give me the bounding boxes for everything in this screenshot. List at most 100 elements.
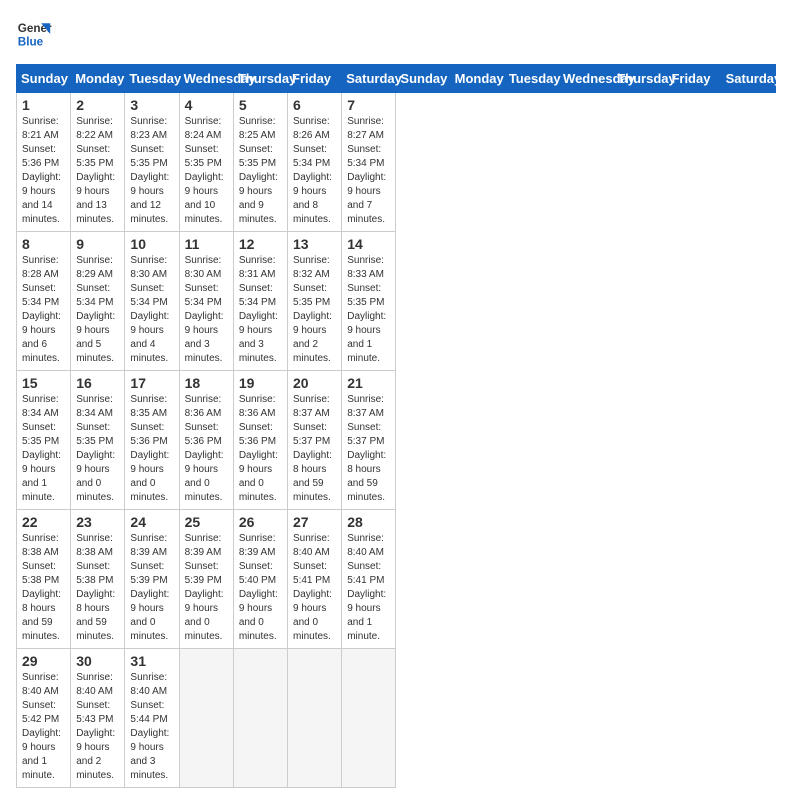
calendar-cell: 11 Sunrise: 8:30 AM Sunset: 5:34 PM Dayli… (179, 232, 233, 371)
page-header: General Blue (16, 16, 776, 52)
calendar-cell: 5 Sunrise: 8:25 AM Sunset: 5:35 PM Daylig… (233, 93, 287, 232)
calendar-cell: 22 Sunrise: 8:38 AM Sunset: 5:38 PM Dayli… (17, 510, 71, 649)
calendar-week-4: 22 Sunrise: 8:38 AM Sunset: 5:38 PM Dayli… (17, 510, 776, 649)
calendar-week-3: 15 Sunrise: 8:34 AM Sunset: 5:35 PM Dayli… (17, 371, 776, 510)
day-number: 25 (185, 514, 228, 530)
day-info: Sunrise: 8:39 AM Sunset: 5:40 PM Dayligh… (239, 532, 282, 644)
day-info: Sunrise: 8:40 AM Sunset: 5:44 PM Dayligh… (130, 671, 173, 783)
day-info: Sunrise: 8:39 AM Sunset: 5:39 PM Dayligh… (130, 532, 173, 644)
day-info: Sunrise: 8:29 AM Sunset: 5:34 PM Dayligh… (76, 254, 119, 366)
calendar-cell: 9Sunrise: 8:29 AM Sunset: 5:34 PM Daylig… (71, 232, 125, 371)
day-info: Sunrise: 8:22 AM Sunset: 5:35 PM Dayligh… (76, 115, 119, 227)
calendar-cell: 14 Sunrise: 8:33 AM Sunset: 5:35 PM Dayli… (342, 232, 396, 371)
col-header-wednesday: Wednesday (559, 65, 613, 93)
day-number: 1 (22, 97, 65, 113)
day-number: 3 (130, 97, 173, 113)
calendar-cell: 2 Sunrise: 8:22 AM Sunset: 5:35 PM Daylig… (71, 93, 125, 232)
day-info: Sunrise: 8:37 AM Sunset: 5:37 PM Dayligh… (293, 393, 336, 505)
day-info: Sunrise: 8:37 AM Sunset: 5:37 PM Dayligh… (347, 393, 390, 505)
day-number: 21 (347, 375, 390, 391)
calendar-cell: 17 Sunrise: 8:35 AM Sunset: 5:36 PM Dayli… (125, 371, 179, 510)
calendar-cell: 26 Sunrise: 8:39 AM Sunset: 5:40 PM Dayli… (233, 510, 287, 649)
svg-text:Blue: Blue (18, 36, 44, 49)
day-info: Sunrise: 8:25 AM Sunset: 5:35 PM Dayligh… (239, 115, 282, 227)
day-number: 15 (22, 375, 65, 391)
day-number: 20 (293, 375, 336, 391)
day-number: 11 (185, 236, 228, 252)
col-header-sunday: Sunday (396, 65, 450, 93)
calendar-cell: 18 Sunrise: 8:36 AM Sunset: 5:36 PM Dayli… (179, 371, 233, 510)
day-info: Sunrise: 8:40 AM Sunset: 5:42 PM Dayligh… (22, 671, 65, 783)
day-number: 26 (239, 514, 282, 530)
calendar-cell: 25 Sunrise: 8:39 AM Sunset: 5:39 PM Dayli… (179, 510, 233, 649)
day-info: Sunrise: 8:32 AM Sunset: 5:35 PM Dayligh… (293, 254, 336, 366)
day-info: Sunrise: 8:30 AM Sunset: 5:34 PM Dayligh… (185, 254, 228, 366)
day-info: Sunrise: 8:26 AM Sunset: 5:34 PM Dayligh… (293, 115, 336, 227)
day-info: Sunrise: 8:34 AM Sunset: 5:35 PM Dayligh… (76, 393, 119, 505)
day-info: Sunrise: 8:24 AM Sunset: 5:35 PM Dayligh… (185, 115, 228, 227)
day-info: Sunrise: 8:40 AM Sunset: 5:41 PM Dayligh… (293, 532, 336, 644)
calendar-cell: 24Sunrise: 8:39 AM Sunset: 5:39 PM Dayli… (125, 510, 179, 649)
day-number: 6 (293, 97, 336, 113)
day-number: 2 (76, 97, 119, 113)
day-info: Sunrise: 8:31 AM Sunset: 5:34 PM Dayligh… (239, 254, 282, 366)
calendar-week-5: 29 Sunrise: 8:40 AM Sunset: 5:42 PM Dayli… (17, 649, 776, 788)
day-number: 18 (185, 375, 228, 391)
calendar-cell: 28Sunrise: 8:40 AM Sunset: 5:41 PM Dayli… (342, 510, 396, 649)
day-info: Sunrise: 8:38 AM Sunset: 5:38 PM Dayligh… (22, 532, 65, 644)
calendar-cell (179, 649, 233, 788)
col-header-saturday: Saturday (721, 65, 775, 93)
header-saturday: Saturday (342, 65, 396, 93)
day-number: 30 (76, 653, 119, 669)
calendar-cell: 10Sunrise: 8:30 AM Sunset: 5:34 PM Dayli… (125, 232, 179, 371)
day-info: Sunrise: 8:33 AM Sunset: 5:35 PM Dayligh… (347, 254, 390, 366)
calendar-cell (342, 649, 396, 788)
calendar-cell (233, 649, 287, 788)
day-info: Sunrise: 8:27 AM Sunset: 5:34 PM Dayligh… (347, 115, 390, 227)
calendar-cell: 16 Sunrise: 8:34 AM Sunset: 5:35 PM Dayli… (71, 371, 125, 510)
day-number: 13 (293, 236, 336, 252)
logo: General Blue (16, 16, 52, 52)
header-thursday: Thursday (233, 65, 287, 93)
col-header-monday: Monday (450, 65, 504, 93)
day-number: 12 (239, 236, 282, 252)
col-header-thursday: Thursday (613, 65, 667, 93)
calendar-cell: 29 Sunrise: 8:40 AM Sunset: 5:42 PM Dayli… (17, 649, 71, 788)
day-number: 22 (22, 514, 65, 530)
header-monday: Monday (71, 65, 125, 93)
calendar-cell: 6 Sunrise: 8:26 AM Sunset: 5:34 PM Daylig… (288, 93, 342, 232)
col-header-tuesday: Tuesday (504, 65, 558, 93)
calendar-cell: 20 Sunrise: 8:37 AM Sunset: 5:37 PM Dayli… (288, 371, 342, 510)
day-info: Sunrise: 8:39 AM Sunset: 5:39 PM Dayligh… (185, 532, 228, 644)
day-number: 16 (76, 375, 119, 391)
day-number: 27 (293, 514, 336, 530)
day-info: Sunrise: 8:30 AM Sunset: 5:34 PM Dayligh… (130, 254, 173, 366)
calendar-cell: 15 Sunrise: 8:34 AM Sunset: 5:35 PM Dayli… (17, 371, 71, 510)
logo-icon: General Blue (16, 16, 52, 52)
calendar-cell: 31 Sunrise: 8:40 AM Sunset: 5:44 PM Dayli… (125, 649, 179, 788)
calendar-week-2: 8Sunrise: 8:28 AM Sunset: 5:34 PM Daylig… (17, 232, 776, 371)
calendar-header-row: SundayMondayTuesdayWednesdayThursdayFrid… (17, 65, 776, 93)
day-info: Sunrise: 8:34 AM Sunset: 5:35 PM Dayligh… (22, 393, 65, 505)
col-header-friday: Friday (667, 65, 721, 93)
day-number: 31 (130, 653, 173, 669)
day-info: Sunrise: 8:40 AM Sunset: 5:41 PM Dayligh… (347, 532, 390, 644)
calendar-cell: 19Sunrise: 8:36 AM Sunset: 5:36 PM Dayli… (233, 371, 287, 510)
calendar-cell: 7Sunrise: 8:27 AM Sunset: 5:34 PM Daylig… (342, 93, 396, 232)
day-info: Sunrise: 8:35 AM Sunset: 5:36 PM Dayligh… (130, 393, 173, 505)
calendar-cell: 27 Sunrise: 8:40 AM Sunset: 5:41 PM Dayli… (288, 510, 342, 649)
day-number: 14 (347, 236, 390, 252)
day-info: Sunrise: 8:36 AM Sunset: 5:36 PM Dayligh… (185, 393, 228, 505)
day-info: Sunrise: 8:38 AM Sunset: 5:38 PM Dayligh… (76, 532, 119, 644)
day-number: 19 (239, 375, 282, 391)
day-number: 4 (185, 97, 228, 113)
day-info: Sunrise: 8:23 AM Sunset: 5:35 PM Dayligh… (130, 115, 173, 227)
header-tuesday: Tuesday (125, 65, 179, 93)
calendar-cell: 23Sunrise: 8:38 AM Sunset: 5:38 PM Dayli… (71, 510, 125, 649)
day-number: 29 (22, 653, 65, 669)
day-number: 17 (130, 375, 173, 391)
calendar-cell: 13 Sunrise: 8:32 AM Sunset: 5:35 PM Dayli… (288, 232, 342, 371)
day-number: 5 (239, 97, 282, 113)
calendar-cell: 4 Sunrise: 8:24 AM Sunset: 5:35 PM Daylig… (179, 93, 233, 232)
calendar-week-1: 1Sunrise: 8:21 AM Sunset: 5:36 PM Daylig… (17, 93, 776, 232)
